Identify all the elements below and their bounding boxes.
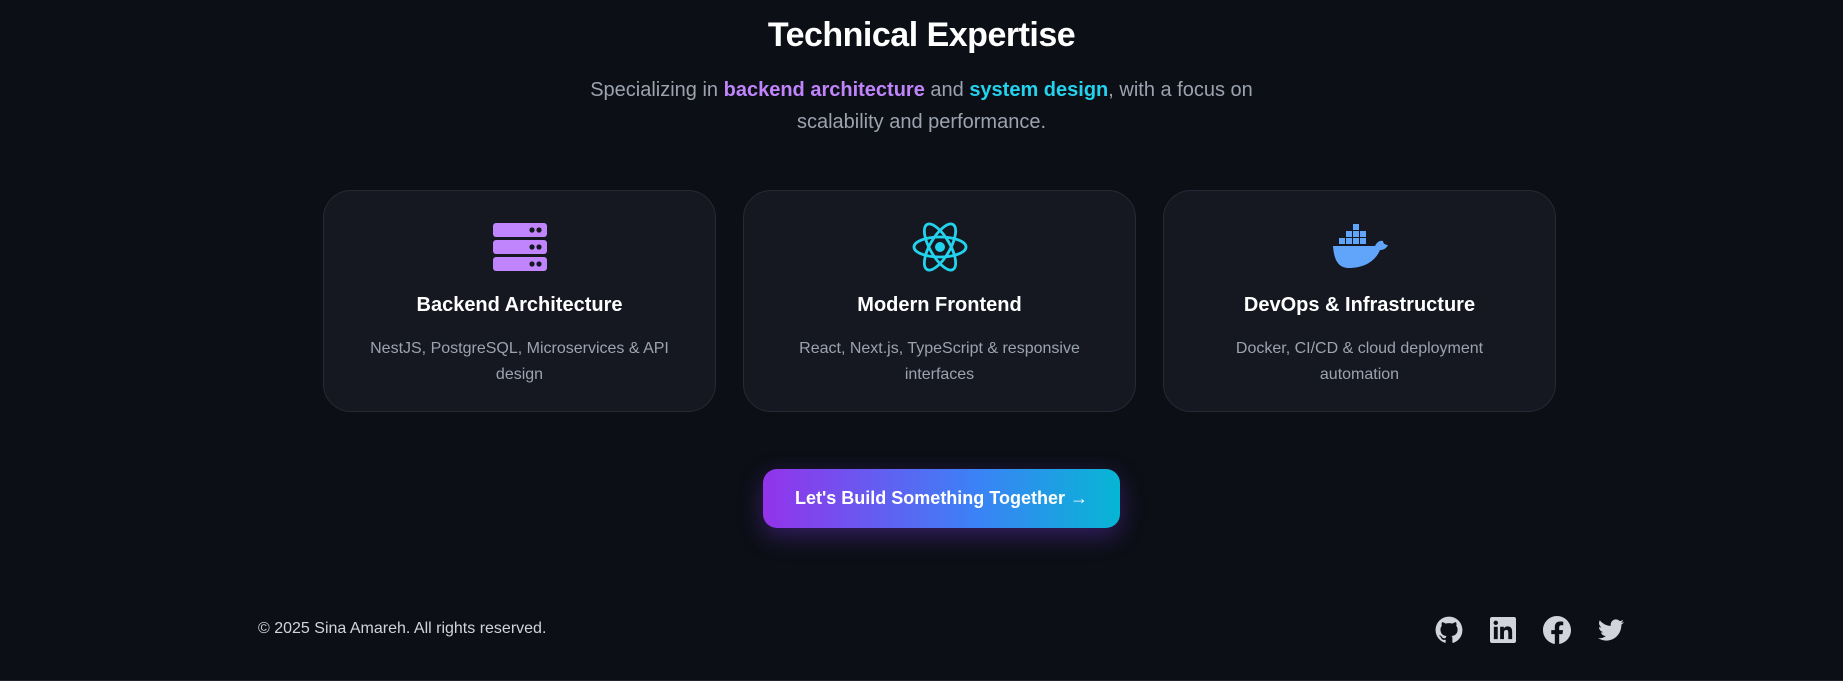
server-icon	[324, 221, 715, 273]
subtitle-middle: and	[924, 79, 970, 101]
cta-button[interactable]: Let's Build Something Together →	[763, 469, 1120, 528]
footer-copyright: © 2025 Sina Amareh. All rights reserved.	[258, 620, 547, 637]
subtitle-highlight-system-design: system design	[969, 79, 1109, 101]
subtitle-prefix: Specializing in	[590, 79, 724, 101]
expertise-cards: Backend Architecture NestJS, PostgreSQL,…	[323, 190, 1556, 412]
card-description: React, Next.js, TypeScript & responsive …	[799, 340, 1080, 383]
section-title: Technical Expertise	[767, 16, 1076, 54]
card-description: NestJS, PostgreSQL, Microservices & API …	[370, 340, 669, 383]
react-icon	[744, 221, 1135, 273]
card-devops: DevOps & Infrastructure Docker, CI/CD & …	[1163, 190, 1556, 412]
section-subtitle: Specializing in backend architecture and…	[580, 74, 1263, 138]
linkedin-icon[interactable]	[1489, 616, 1517, 644]
card-frontend: Modern Frontend React, Next.js, TypeScri…	[743, 190, 1136, 412]
subtitle-highlight-backend: backend architecture	[723, 79, 925, 101]
github-icon[interactable]	[1435, 616, 1463, 644]
card-backend: Backend Architecture NestJS, PostgreSQL,…	[323, 190, 716, 412]
social-links	[1435, 616, 1625, 644]
card-title: Backend Architecture	[416, 294, 623, 316]
card-title: DevOps & Infrastructure	[1243, 294, 1476, 316]
card-title: Modern Frontend	[857, 294, 1022, 316]
facebook-icon[interactable]	[1543, 616, 1571, 644]
twitter-icon[interactable]	[1597, 616, 1625, 644]
docker-icon	[1164, 221, 1555, 273]
card-description: Docker, CI/CD & cloud deployment automat…	[1235, 340, 1484, 383]
